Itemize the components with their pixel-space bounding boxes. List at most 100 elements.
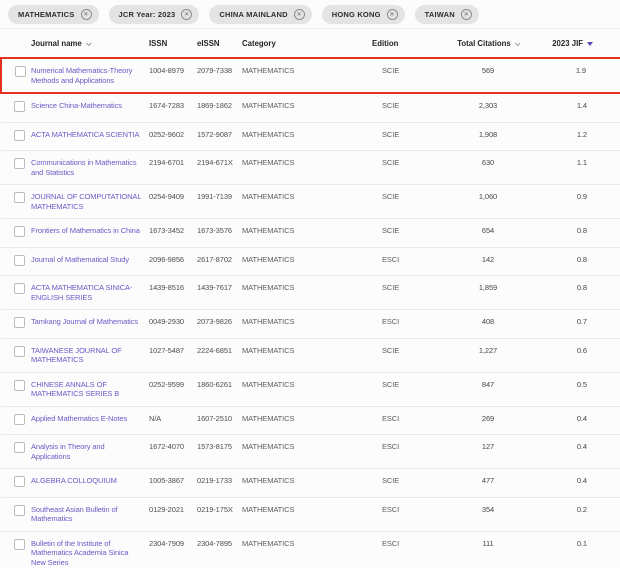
total-citations-value: 142	[450, 247, 526, 276]
row-select-checkbox[interactable]	[14, 442, 25, 453]
filter-chip-label: CHINA MAINLAND	[219, 10, 287, 19]
journal-name-link[interactable]: TAIWANESE JOURNAL OF MATHEMATICS	[31, 346, 122, 365]
jif-value: 0.4	[526, 406, 620, 435]
journal-name-link[interactable]: Numerical Mathematics-Theory Methods and…	[31, 66, 132, 85]
total-citations-value: 630	[450, 151, 526, 185]
journal-name-link[interactable]: Science China-Mathematics	[31, 101, 122, 110]
total-citations-value: 1,908	[450, 122, 526, 151]
issn-value: 2096-9856	[147, 247, 195, 276]
journal-table-row: ACTA MATHEMATICA SINICA-ENGLISH SERIES 1…	[1, 276, 620, 310]
remove-filter-icon[interactable]: ✕	[181, 9, 192, 20]
row-select-checkbox[interactable]	[14, 380, 25, 391]
category-value: MATHEMATICS	[240, 372, 370, 406]
row-select-checkbox[interactable]	[14, 226, 25, 237]
row-select-checkbox[interactable]	[14, 505, 25, 516]
journal-name-link[interactable]: ALGEBRA COLLOQUIUM	[31, 476, 117, 485]
filter-chip: TAIWAN ✕	[415, 5, 479, 24]
row-select-checkbox[interactable]	[14, 101, 25, 112]
filter-chip-label: MATHEMATICS	[18, 10, 75, 19]
table-header-row: Journal name ISSN eISSN Category Edition…	[1, 29, 620, 59]
jif-value: 0.5	[526, 372, 620, 406]
edition-value: ESCI	[370, 406, 450, 435]
eissn-value: 1991-7139	[195, 185, 240, 219]
journal-name-link[interactable]: ACTA MATHEMATICA SCIENTIA	[31, 130, 139, 139]
row-select-checkbox[interactable]	[14, 255, 25, 266]
row-select-checkbox[interactable]	[14, 192, 25, 203]
jif-value: 0.4	[526, 435, 620, 469]
jif-header-label: 2023 JIF	[552, 39, 583, 48]
jif-value: 0.2	[526, 497, 620, 531]
total-citations-value: 1,227	[450, 338, 526, 372]
column-header-journal-name[interactable]: Journal name	[29, 29, 147, 59]
journal-name-link[interactable]: ACTA MATHEMATICA SINICA-ENGLISH SERIES	[31, 283, 132, 302]
category-value: MATHEMATICS	[240, 185, 370, 219]
remove-filter-icon[interactable]: ✕	[81, 9, 92, 20]
journal-table-row: TAIWANESE JOURNAL OF MATHEMATICS 1027-54…	[1, 338, 620, 372]
journal-table-row: Communications in Mathematics and Statis…	[1, 151, 620, 185]
row-select-checkbox[interactable]	[14, 130, 25, 141]
row-select-checkbox[interactable]	[14, 346, 25, 357]
jif-value: 0.6	[526, 338, 620, 372]
edition-value: ESCI	[370, 497, 450, 531]
issn-value: N/A	[147, 406, 195, 435]
row-select-checkbox[interactable]	[14, 158, 25, 169]
remove-filter-icon[interactable]: ✕	[461, 9, 472, 20]
total-citations-header-label: Total Citations	[457, 39, 511, 48]
category-value: MATHEMATICS	[240, 338, 370, 372]
journal-name-link[interactable]: Analysis in Theory and Applications	[31, 442, 105, 461]
journal-name-link[interactable]: Journal of Mathematical Study	[31, 255, 129, 264]
column-header-2023-jif[interactable]: 2023 JIF	[526, 29, 620, 59]
journal-table-row: ACTA MATHEMATICA SCIENTIA 0252-9602 1572…	[1, 122, 620, 151]
jif-value: 0.7	[526, 310, 620, 339]
journal-name-link[interactable]: Bulletin of the Institute of Mathematics…	[31, 539, 128, 567]
edition-value: SCIE	[370, 58, 450, 93]
edition-value: SCIE	[370, 93, 450, 122]
column-header-edition: Edition	[370, 29, 450, 59]
column-header-total-citations[interactable]: Total Citations	[450, 29, 526, 59]
journal-table-row: Numerical Mathematics-Theory Methods and…	[1, 58, 620, 93]
column-header-issn: ISSN	[147, 29, 195, 59]
issn-value: 2194-6701	[147, 151, 195, 185]
remove-filter-icon[interactable]: ✕	[387, 9, 398, 20]
edition-value: SCIE	[370, 372, 450, 406]
eissn-value: 1607-2510	[195, 406, 240, 435]
total-citations-value: 654	[450, 219, 526, 248]
row-select-checkbox[interactable]	[14, 283, 25, 294]
row-select-checkbox[interactable]	[14, 414, 25, 425]
row-select-checkbox[interactable]	[15, 66, 26, 77]
category-value: MATHEMATICS	[240, 497, 370, 531]
jif-value: 1.1	[526, 151, 620, 185]
journal-name-header-label: Journal name	[31, 39, 82, 48]
edition-value: SCIE	[370, 122, 450, 151]
total-citations-value: 1,060	[450, 185, 526, 219]
journal-name-link[interactable]: Applied Mathematics E-Notes	[31, 414, 127, 423]
journal-name-link[interactable]: Frontiers of Mathematics in China	[31, 226, 140, 235]
jif-value: 1.4	[526, 93, 620, 122]
eissn-value: 1439-7617	[195, 276, 240, 310]
row-select-checkbox[interactable]	[14, 539, 25, 550]
journal-name-link[interactable]: JOURNAL OF COMPUTATIONAL MATHEMATICS	[31, 192, 141, 211]
journal-name-link[interactable]: Southeast Asian Bulletin of Mathematics	[31, 505, 118, 524]
row-select-checkbox[interactable]	[14, 317, 25, 328]
category-value: MATHEMATICS	[240, 310, 370, 339]
row-select-checkbox[interactable]	[14, 476, 25, 487]
eissn-value: 1860-6261	[195, 372, 240, 406]
issn-value: 0254-9409	[147, 185, 195, 219]
category-value: MATHEMATICS	[240, 219, 370, 248]
journal-table-row: Applied Mathematics E-Notes N/A 1607-251…	[1, 406, 620, 435]
category-value: MATHEMATICS	[240, 58, 370, 93]
total-citations-value: 408	[450, 310, 526, 339]
journal-name-link[interactable]: Tamkang Journal of Mathematics	[31, 317, 138, 326]
journal-name-link[interactable]: CHINESE ANNALS OF MATHEMATICS SERIES B	[31, 380, 119, 399]
edition-value: ESCI	[370, 247, 450, 276]
edition-value: SCIE	[370, 219, 450, 248]
journal-table-row: ALGEBRA COLLOQUIUM 1005-3867 0219-1733 M…	[1, 469, 620, 498]
jif-value: 0.4	[526, 469, 620, 498]
remove-filter-icon[interactable]: ✕	[294, 9, 305, 20]
issn-value: 1673-3452	[147, 219, 195, 248]
issn-value: 1672-4070	[147, 435, 195, 469]
category-value: MATHEMATICS	[240, 531, 370, 568]
category-value: MATHEMATICS	[240, 151, 370, 185]
issn-value: 1027-5487	[147, 338, 195, 372]
journal-name-link[interactable]: Communications in Mathematics and Statis…	[31, 158, 136, 177]
